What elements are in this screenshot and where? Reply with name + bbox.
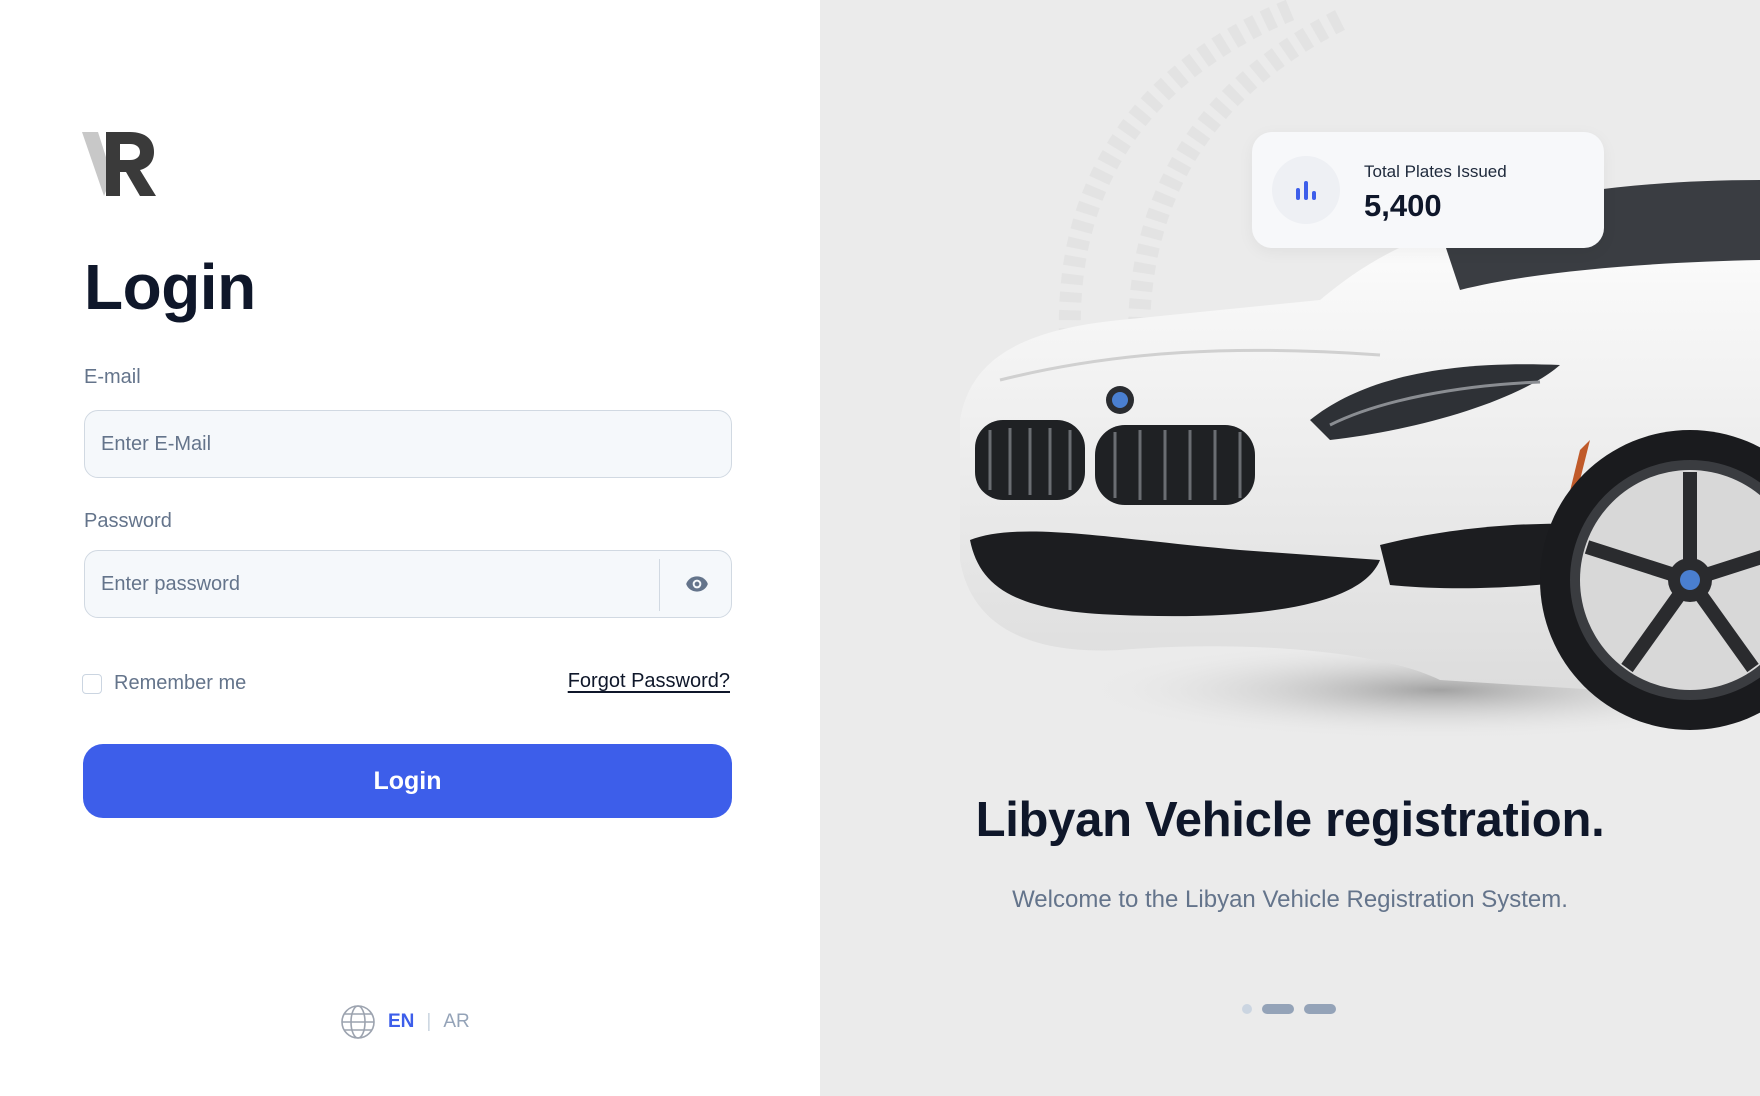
forgot-password-link[interactable]: Forgot Password? xyxy=(568,670,730,693)
stat-icon-wrapper xyxy=(1272,156,1340,224)
vr-logo xyxy=(82,132,156,196)
eye-icon xyxy=(686,576,708,592)
globe-icon xyxy=(341,1005,375,1039)
language-separator: | xyxy=(426,1011,432,1032)
hero-headline: Libyan Vehicle registration. xyxy=(975,793,1605,847)
page-title: Login xyxy=(84,251,256,323)
language-option-en[interactable]: EN xyxy=(388,1011,414,1033)
stat-card: Total Plates Issued 5,400 xyxy=(1252,132,1604,248)
stat-value: 5,400 xyxy=(1364,188,1442,223)
car-illustration xyxy=(960,0,1760,740)
password-label: Password xyxy=(84,510,172,532)
remember-me-checkbox[interactable] xyxy=(82,673,102,694)
password-input[interactable] xyxy=(85,551,659,617)
login-panel: Login E-mail Password Remember me Forgot… xyxy=(0,0,820,1096)
stat-label: Total Plates Issued xyxy=(1364,162,1507,181)
carousel-dot-3[interactable] xyxy=(1304,1004,1336,1014)
hero-panel: Total Plates Issued 5,400 Libyan Vehicle… xyxy=(820,0,1760,1096)
password-field-wrapper xyxy=(84,550,732,618)
toggle-password-visibility-button[interactable] xyxy=(661,551,733,617)
language-option-ar[interactable]: AR xyxy=(443,1011,469,1033)
remember-me-label: Remember me xyxy=(114,672,247,694)
language-switcher: EN | AR xyxy=(340,1004,470,1040)
email-label: E-mail xyxy=(84,366,141,388)
remember-me-option[interactable]: Remember me xyxy=(82,672,246,695)
hero-subline: Welcome to the Libyan Vehicle Registrati… xyxy=(1012,886,1568,913)
password-divider xyxy=(659,559,660,611)
carousel-indicators xyxy=(1242,1004,1336,1014)
email-field-wrapper xyxy=(84,410,732,478)
email-input[interactable] xyxy=(85,411,731,477)
carousel-dot-1[interactable] xyxy=(1242,1004,1252,1014)
carousel-dot-2[interactable] xyxy=(1262,1004,1294,1014)
bar-chart-icon xyxy=(1296,181,1316,200)
login-button[interactable]: Login xyxy=(83,744,732,818)
